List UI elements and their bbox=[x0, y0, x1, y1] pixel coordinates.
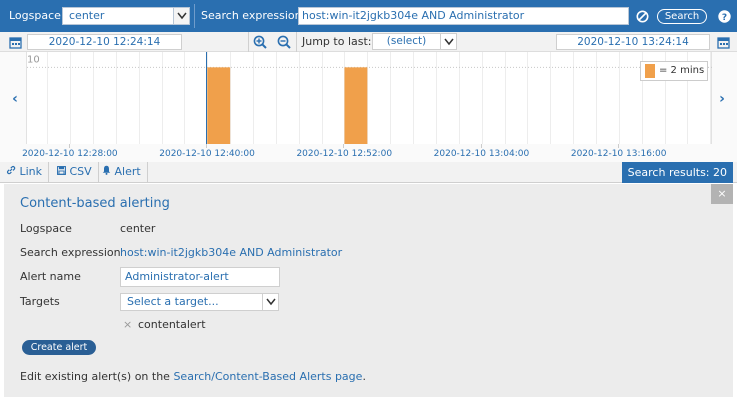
help-icon[interactable]: ? bbox=[717, 9, 731, 23]
tab-alert[interactable]: Alert bbox=[96, 162, 148, 182]
footer-text: Edit existing alert(s) on the Search/Con… bbox=[20, 370, 366, 383]
end-time-input[interactable]: 2020-12-10 13:24:14 bbox=[556, 34, 710, 50]
logspace-select[interactable]: center bbox=[62, 7, 190, 25]
zoom-out-icon[interactable] bbox=[277, 35, 291, 49]
x-tick-mark bbox=[69, 144, 71, 148]
jump-to-last-label: Jump to last: bbox=[302, 35, 372, 48]
link-icon bbox=[6, 165, 20, 178]
histogram: ‹ 10 › 2020-12-10 12:28:00 2020-12-10 12:… bbox=[0, 52, 737, 162]
x-tick-label: 2020-12-10 12:40:00 bbox=[159, 149, 255, 159]
footer-prefix: Edit existing alert(s) on the bbox=[20, 370, 174, 383]
divider bbox=[248, 32, 249, 52]
remove-target-icon[interactable]: × bbox=[123, 318, 132, 331]
bell-icon bbox=[102, 165, 115, 178]
logspace-select-value: center bbox=[69, 9, 105, 22]
tab-csv[interactable]: CSV bbox=[51, 162, 99, 182]
x-tick-mark bbox=[480, 144, 482, 148]
top-bar: Logspace center Search expression host:w… bbox=[0, 0, 737, 32]
histogram-plot[interactable]: 10 bbox=[26, 52, 713, 144]
time-range-row: 2020-12-10 12:24:14 Jump to last: (selec… bbox=[0, 32, 737, 52]
start-time-input[interactable]: 2020-12-10 12:24:14 bbox=[27, 34, 182, 50]
topbar-divider bbox=[194, 4, 195, 28]
create-alert-button[interactable]: Create alert bbox=[22, 340, 96, 355]
calendar-icon[interactable] bbox=[716, 35, 730, 49]
y-tick-label: 10 bbox=[27, 54, 40, 65]
panel-title: Content-based alerting bbox=[20, 196, 170, 211]
jump-to-last-select[interactable]: (select) bbox=[372, 33, 457, 50]
legend-label: = 2 mins bbox=[659, 65, 705, 76]
histogram-bar[interactable] bbox=[207, 67, 231, 144]
logspace-label: Logspace bbox=[9, 9, 61, 22]
result-tabs: Link CSV Alert Search results: 20 bbox=[0, 162, 737, 183]
targets-placeholder: Select a target... bbox=[127, 295, 219, 308]
targets-select[interactable]: Select a target... bbox=[120, 293, 279, 311]
target-item: contentalert bbox=[138, 318, 206, 331]
logspace-label: Logspace bbox=[20, 222, 72, 235]
footer-suffix: . bbox=[362, 370, 366, 383]
content-alerting-panel: × Content-based alerting Logspace center… bbox=[4, 184, 733, 397]
x-tick-label: 2020-12-10 12:52:00 bbox=[296, 149, 393, 159]
close-icon[interactable]: × bbox=[711, 184, 733, 204]
search-button[interactable]: Search bbox=[657, 9, 707, 24]
search-expression-link[interactable]: host:win-it2jgkb304e AND Administrator bbox=[120, 246, 342, 259]
divider bbox=[296, 32, 297, 52]
legend-swatch bbox=[645, 64, 655, 78]
chevron-down-icon bbox=[440, 34, 456, 49]
search-expression-label: Search expression bbox=[20, 246, 121, 259]
calendar-icon[interactable] bbox=[8, 35, 22, 49]
x-tick-mark bbox=[343, 144, 345, 148]
tab-alert-label: Alert bbox=[114, 165, 141, 178]
search-expression-label: Search expression bbox=[201, 9, 302, 22]
logspace-value: center bbox=[120, 222, 156, 235]
alert-name-label: Alert name bbox=[20, 270, 81, 283]
tab-link[interactable]: Link bbox=[0, 162, 50, 182]
x-tick-label: 2020-12-10 12:28:00 bbox=[22, 149, 118, 159]
x-tick-mark bbox=[617, 144, 619, 148]
chevron-down-icon bbox=[173, 8, 189, 24]
tab-csv-label: CSV bbox=[69, 165, 92, 178]
x-tick-label: 2020-12-10 13:04:00 bbox=[433, 149, 530, 159]
clear-icon[interactable] bbox=[635, 9, 649, 23]
tab-link-label: Link bbox=[19, 165, 43, 178]
zoom-in-icon[interactable] bbox=[253, 35, 267, 49]
x-tick-label: 2020-12-10 13:16:00 bbox=[570, 149, 667, 159]
chevron-down-icon bbox=[262, 294, 278, 310]
save-icon bbox=[57, 165, 70, 178]
targets-label: Targets bbox=[20, 295, 60, 308]
jump-select-value: (select) bbox=[386, 35, 427, 47]
histogram-bar[interactable] bbox=[344, 67, 368, 144]
search-expression-input[interactable]: host:win-it2jgkb304e AND Administrator bbox=[298, 7, 629, 25]
chevron-right-icon[interactable]: › bbox=[716, 92, 728, 106]
legend: = 2 mins bbox=[640, 61, 708, 81]
content-alerts-page-link[interactable]: Search/Content-Based Alerts page bbox=[173, 370, 362, 383]
search-results-count: Search results: 20 bbox=[621, 162, 733, 183]
alert-name-input[interactable]: Administrator-alert bbox=[120, 267, 280, 287]
chevron-left-icon[interactable]: ‹ bbox=[9, 92, 21, 106]
histogram-svg: 10 bbox=[27, 52, 713, 144]
svg-text:?: ? bbox=[721, 13, 726, 23]
x-tick-mark bbox=[206, 144, 208, 148]
